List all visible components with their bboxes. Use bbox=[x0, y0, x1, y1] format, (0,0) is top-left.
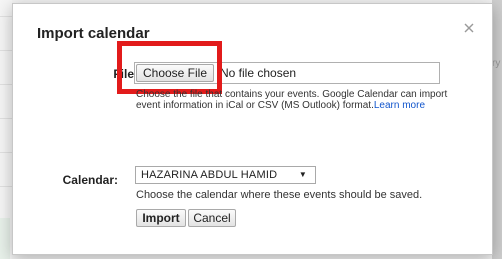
background-event-strip bbox=[0, 218, 10, 259]
cancel-button[interactable]: Cancel bbox=[188, 209, 236, 227]
calendar-selected-value: HAZARINA ABDUL HAMID bbox=[141, 169, 278, 181]
import-calendar-dialog: Import calendar bbox=[12, 3, 493, 255]
background-side-text: ry bbox=[492, 58, 501, 69]
learn-more-link[interactable]: Learn more bbox=[374, 100, 425, 111]
close-button[interactable] bbox=[462, 21, 476, 35]
dropdown-arrow-icon: ▼ bbox=[298, 170, 307, 179]
file-status-text: No file chosen bbox=[220, 66, 297, 80]
close-icon[interactable] bbox=[462, 21, 476, 35]
file-help-text: Choose the file that contains your event… bbox=[136, 89, 454, 111]
dialog-title: Import calendar bbox=[37, 25, 150, 42]
calendar-hint: Choose the calendar where these events s… bbox=[136, 189, 423, 201]
background-right-strip bbox=[492, 0, 502, 259]
calendar-label: Calendar: bbox=[62, 173, 118, 187]
highlight-annotation-box bbox=[117, 41, 222, 94]
calendar-select[interactable]: HAZARINA ABDUL HAMID ▼ bbox=[135, 166, 316, 184]
import-button[interactable]: Import bbox=[136, 209, 186, 227]
